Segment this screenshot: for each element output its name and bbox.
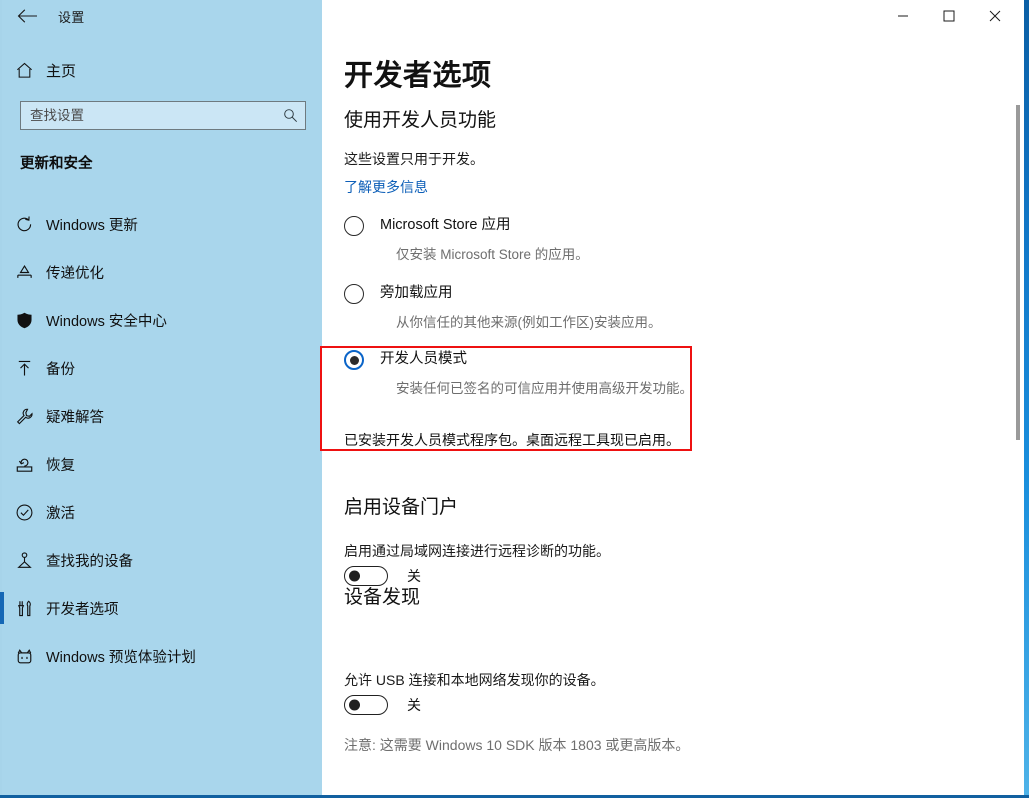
minimize-icon xyxy=(898,15,908,16)
radio-row[interactable]: 开发人员模式 xyxy=(344,349,693,370)
main-content: 开发者选项 使用开发人员功能 这些设置只用于开发。 了解更多信息 Microso… xyxy=(322,32,1024,795)
radio-description: 安装任何已签名的可信应用并使用高级开发功能。 xyxy=(396,381,693,396)
sidebar-nav-list: Windows 更新 传递优化 Windows 安全中心 备份 疑难解答 恢复 … xyxy=(0,200,322,680)
sidebar-item-windows-security[interactable]: Windows 安全中心 xyxy=(2,296,322,344)
sidebar-item-label: 备份 xyxy=(46,361,75,378)
radio-label: 旁加载应用 xyxy=(380,285,453,301)
radio-button-sideload-apps[interactable] xyxy=(344,284,364,304)
radio-button-developer-mode[interactable] xyxy=(344,350,364,370)
radio-label: 开发人员模式 xyxy=(380,351,467,367)
device-discovery-heading: 设备发现 xyxy=(344,587,421,608)
find-my-device-icon xyxy=(2,551,46,570)
close-button[interactable] xyxy=(972,0,1018,31)
search-icon[interactable] xyxy=(275,102,305,129)
sidebar-item-home-label: 主页 xyxy=(46,62,77,80)
minimize-button[interactable] xyxy=(880,0,926,31)
radio-option-store-apps[interactable]: Microsoft Store 应用 仅安装 Microsoft Store 的… xyxy=(344,215,589,263)
home-icon xyxy=(2,61,46,80)
sidebar-item-recovery[interactable]: 恢复 xyxy=(2,440,322,488)
sidebar-item-backup[interactable]: 备份 xyxy=(2,344,322,392)
sidebar-item-troubleshoot[interactable]: 疑难解答 xyxy=(2,392,322,440)
device-portal-heading: 启用设备门户 xyxy=(344,497,459,518)
app-title: 设置 xyxy=(58,9,85,25)
use-developer-features-description: 这些设置只用于开发。 xyxy=(344,151,484,167)
radio-description: 仅安装 Microsoft Store 的应用。 xyxy=(396,247,589,262)
close-icon xyxy=(989,10,1001,21)
title-bar: 设置 xyxy=(0,0,1024,32)
developer-tools-icon xyxy=(2,599,46,618)
radio-button-store-apps[interactable] xyxy=(344,216,364,236)
toggle-knob xyxy=(349,570,360,582)
sidebar-group-title: 更新和安全 xyxy=(20,156,93,172)
maximize-icon xyxy=(943,10,955,21)
learn-more-link[interactable]: 了解更多信息 xyxy=(344,177,428,197)
shield-icon xyxy=(2,311,46,330)
sidebar-item-label: 开发者选项 xyxy=(46,601,119,618)
sidebar-item-find-my-device[interactable]: 查找我的设备 xyxy=(2,536,322,584)
radio-option-sideload-apps[interactable]: 旁加载应用 从你信任的其他来源(例如工作区)安装应用。 xyxy=(344,283,662,331)
back-button[interactable] xyxy=(6,0,50,32)
device-discovery-toggle[interactable] xyxy=(344,695,388,715)
insider-program-icon xyxy=(2,647,46,666)
sidebar-item-label: 疑难解答 xyxy=(46,409,104,426)
use-developer-features-heading: 使用开发人员功能 xyxy=(344,110,497,131)
developer-mode-installed-note: 已安装开发人员模式程序包。桌面远程工具现已启用。 xyxy=(344,432,680,448)
radio-row[interactable]: Microsoft Store 应用 xyxy=(344,215,589,236)
sidebar: 主页 更新和安全 Windows 更新 xyxy=(0,0,322,795)
sidebar-item-insider-program[interactable]: Windows 预览体验计划 xyxy=(2,632,322,680)
sidebar-item-developer-options[interactable]: 开发者选项 xyxy=(0,584,322,632)
device-portal-description: 启用通过局域网连接进行远程诊断的功能。 xyxy=(344,543,610,559)
toggle-knob xyxy=(349,699,360,711)
radio-row[interactable]: 旁加载应用 xyxy=(344,283,662,304)
delivery-optimization-icon xyxy=(2,263,46,282)
back-arrow-icon xyxy=(17,9,37,23)
device-discovery-toggle-state: 关 xyxy=(407,697,421,713)
check-circle-icon xyxy=(2,503,46,522)
search-input[interactable] xyxy=(21,102,275,129)
sdk-version-note: 注意: 这需要 Windows 10 SDK 版本 1803 或更高版本。 xyxy=(344,737,690,753)
sidebar-item-label: 激活 xyxy=(46,505,75,522)
sidebar-item-label: 传递优化 xyxy=(46,265,104,282)
window-border-right xyxy=(1024,0,1029,798)
sidebar-item-windows-update[interactable]: Windows 更新 xyxy=(2,200,322,248)
settings-window: 设置 主页 查找设置 更新和安全 Windows 更新 传递优化 Windows… xyxy=(0,0,1029,798)
page-title: 开发者选项 xyxy=(344,60,492,92)
radio-description: 从你信任的其他来源(例如工作区)安装应用。 xyxy=(396,315,662,330)
sidebar-item-label: Windows 更新 xyxy=(46,217,138,234)
sidebar-item-label: Windows 预览体验计划 xyxy=(46,649,196,666)
sidebar-item-home[interactable]: 主页 xyxy=(2,53,322,87)
sidebar-item-label: 查找我的设备 xyxy=(46,553,133,570)
recovery-icon xyxy=(2,455,46,474)
device-discovery-toggle-row[interactable]: 关 xyxy=(344,695,421,715)
search-box[interactable] xyxy=(20,101,306,130)
wrench-icon xyxy=(2,407,46,426)
device-discovery-description: 允许 USB 连接和本地网络发现你的设备。 xyxy=(344,672,605,688)
sidebar-item-label: Windows 安全中心 xyxy=(46,313,167,330)
content-scrollbar-thumb[interactable] xyxy=(1016,105,1020,440)
radio-label: Microsoft Store 应用 xyxy=(380,217,511,233)
radio-option-developer-mode[interactable]: 开发人员模式 安装任何已签名的可信应用并使用高级开发功能。 xyxy=(344,349,693,397)
upload-arrow-icon xyxy=(2,359,46,378)
sidebar-item-delivery-optimization[interactable]: 传递优化 xyxy=(2,248,322,296)
refresh-icon xyxy=(2,215,46,234)
maximize-button[interactable] xyxy=(926,0,972,31)
sidebar-item-label: 恢复 xyxy=(46,457,75,474)
sidebar-item-activation[interactable]: 激活 xyxy=(2,488,322,536)
